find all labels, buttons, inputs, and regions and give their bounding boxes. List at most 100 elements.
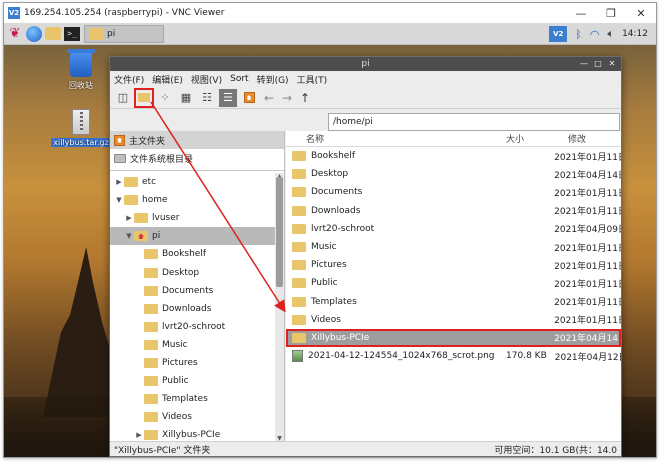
clock[interactable]: 14:12 [622,29,648,39]
status-selection: "Xillybus-PCIe" 文件夹 [114,445,211,456]
folder-icon [292,151,306,162]
tree-item[interactable]: Downloads [110,300,276,318]
chevron-right-icon[interactable]: ▶ [124,214,134,222]
file-manager-title: pi [361,59,370,69]
vnc-logo-icon: V2 [8,7,20,19]
chevron-right-icon[interactable]: ▶ [134,431,144,439]
terminal-icon[interactable]: >_ [64,26,80,41]
toolbar: ◫ ⁘ ▦ ☷ ☰ ← → ↑ [110,87,621,109]
fm-minimize-button[interactable]: — [579,59,589,69]
tree-item-label: Desktop [162,267,200,278]
tree-item[interactable]: lvrt20-schroot [110,318,276,336]
tree-item[interactable]: ▼ home [110,191,276,209]
tree-item[interactable]: Bookshelf [110,245,276,263]
vnc-titlebar[interactable]: V2 169.254.105.254 (raspberrypi) - VNC V… [4,3,656,23]
file-row[interactable]: Downloads 2021年01月11日 [286,202,621,220]
menu-file[interactable]: 文件(F) [114,73,144,86]
vnc-tray-icon[interactable]: V2 [549,26,568,42]
column-size[interactable]: 大小 [506,132,546,145]
remote-desktop[interactable]: ❦ >_ pi V2 ᛒ ◠ 🔈︎ 14:12 回收站 xillybus.tar… [4,23,656,457]
thumbnail-view-icon[interactable]: ⁘ [156,89,174,107]
up-arrow-icon[interactable]: ↑ [297,89,313,107]
chevron-down-icon[interactable]: ▼ [114,196,124,204]
chevron-right-icon[interactable]: ▶ [114,178,124,186]
taskbar-window-pi[interactable]: pi [84,24,164,43]
desktop-archive[interactable]: xillybus.tar.gz [51,109,111,147]
detail-view-icon[interactable]: ☰ [219,88,237,107]
folder-icon[interactable] [45,27,61,40]
tree-item-label: Music [162,339,188,350]
file-row[interactable]: Public 2021年01月11日 [286,274,621,292]
file-name-cell: Videos [286,314,493,325]
file-modified: 2021年01月11日 [554,316,621,327]
desktop-trash-label: 回收站 [69,81,93,90]
folder-icon [144,339,158,350]
back-arrow-icon[interactable]: ← [261,89,277,107]
tree-item-label: lvuser [152,213,180,224]
file-row[interactable]: Templates 2021年01月11日 [286,293,621,311]
menu-tools[interactable]: 工具(T) [297,73,328,86]
file-name: Pictures [311,260,347,271]
file-row[interactable]: lvrt20-schroot 2021年04月09日 [286,220,621,238]
folder-icon [292,260,306,271]
path-input[interactable]: /home/pi [328,113,620,131]
tree-item[interactable]: ▼ pi [110,227,276,246]
place-home[interactable]: 主文件夹 [110,131,284,149]
fm-maximize-button[interactable]: □ [593,59,603,69]
forward-arrow-icon[interactable]: → [279,89,295,107]
file-row[interactable]: Pictures 2021年01月11日 [286,256,621,274]
file-row[interactable]: Videos 2021年01月11日 [286,311,621,329]
folder-icon [124,195,138,206]
tree-item[interactable]: Pictures [110,354,276,372]
file-row[interactable]: Bookshelf 2021年01月11日 [286,147,621,165]
file-name: Xillybus-PCIe [311,332,370,343]
new-folder-icon[interactable] [134,87,154,108]
raspberry-pi-icon[interactable]: ❦ [7,26,23,42]
tree-item-label: Pictures [162,357,198,368]
column-modified[interactable]: 修改 [546,132,621,145]
file-manager-titlebar[interactable]: pi — □ ✕ [110,57,621,71]
tree-item[interactable]: ▶ lvuser [110,209,276,227]
tree-scrollbar[interactable]: ▲ ▼ [275,173,284,443]
tree-item[interactable]: Templates [110,390,276,408]
file-row[interactable]: 2021-04-12-124554_1024x768_scrot.png 170.… [286,347,621,365]
menu-go[interactable]: 转到(G) [257,73,289,86]
bluetooth-icon[interactable]: ᛒ [575,28,582,41]
file-row[interactable]: Xillybus-PCIe 2021年04月14日 [286,328,621,348]
file-row[interactable]: Music 2021年01月11日 [286,238,621,256]
minimize-button[interactable]: — [566,3,596,23]
tree-item[interactable]: Music [110,336,276,354]
wifi-icon[interactable]: ◠ [590,28,600,41]
tree-item[interactable]: Documents [110,282,276,300]
vnc-viewer-window: V2 169.254.105.254 (raspberrypi) - VNC V… [3,2,657,458]
file-name: Desktop [311,169,349,180]
home-icon[interactable] [240,89,258,107]
maximize-button[interactable]: ❐ [596,3,626,23]
menu-edit[interactable]: 编辑(E) [152,73,183,86]
tree-item[interactable]: ▶ etc [110,173,276,191]
tree-item[interactable]: Public [110,372,276,390]
menu-view[interactable]: 视图(V) [191,73,222,86]
folder-icon [144,267,158,278]
scroll-thumb[interactable] [276,177,283,287]
column-header: 名称 大小 修改 [286,131,621,147]
tree-item[interactable]: Desktop [110,263,276,281]
desktop-trash[interactable]: 回收站 [51,49,111,91]
fm-close-button[interactable]: ✕ [607,59,617,69]
drive-icon [114,153,126,163]
icon-view-icon[interactable]: ▦ [177,89,195,107]
compact-view-icon[interactable]: ☷ [198,89,216,107]
file-row[interactable]: Desktop 2021年04月14日 [286,165,621,183]
globe-icon[interactable] [26,25,42,42]
menu-sort[interactable]: Sort [230,74,248,84]
folder-icon [292,314,306,325]
place-root[interactable]: 文件系统根目录 [110,149,284,167]
file-row[interactable]: Documents 2021年01月11日 [286,183,621,201]
column-name[interactable]: 名称 [286,132,506,145]
sidepane-toggle-icon[interactable]: ◫ [114,89,132,107]
tree-item[interactable]: Videos [110,408,276,426]
folder-icon [292,278,306,289]
close-button[interactable]: ✕ [626,3,656,23]
chevron-down-icon[interactable]: ▼ [124,232,134,240]
volume-icon[interactable]: 🔈︎ [607,27,614,41]
